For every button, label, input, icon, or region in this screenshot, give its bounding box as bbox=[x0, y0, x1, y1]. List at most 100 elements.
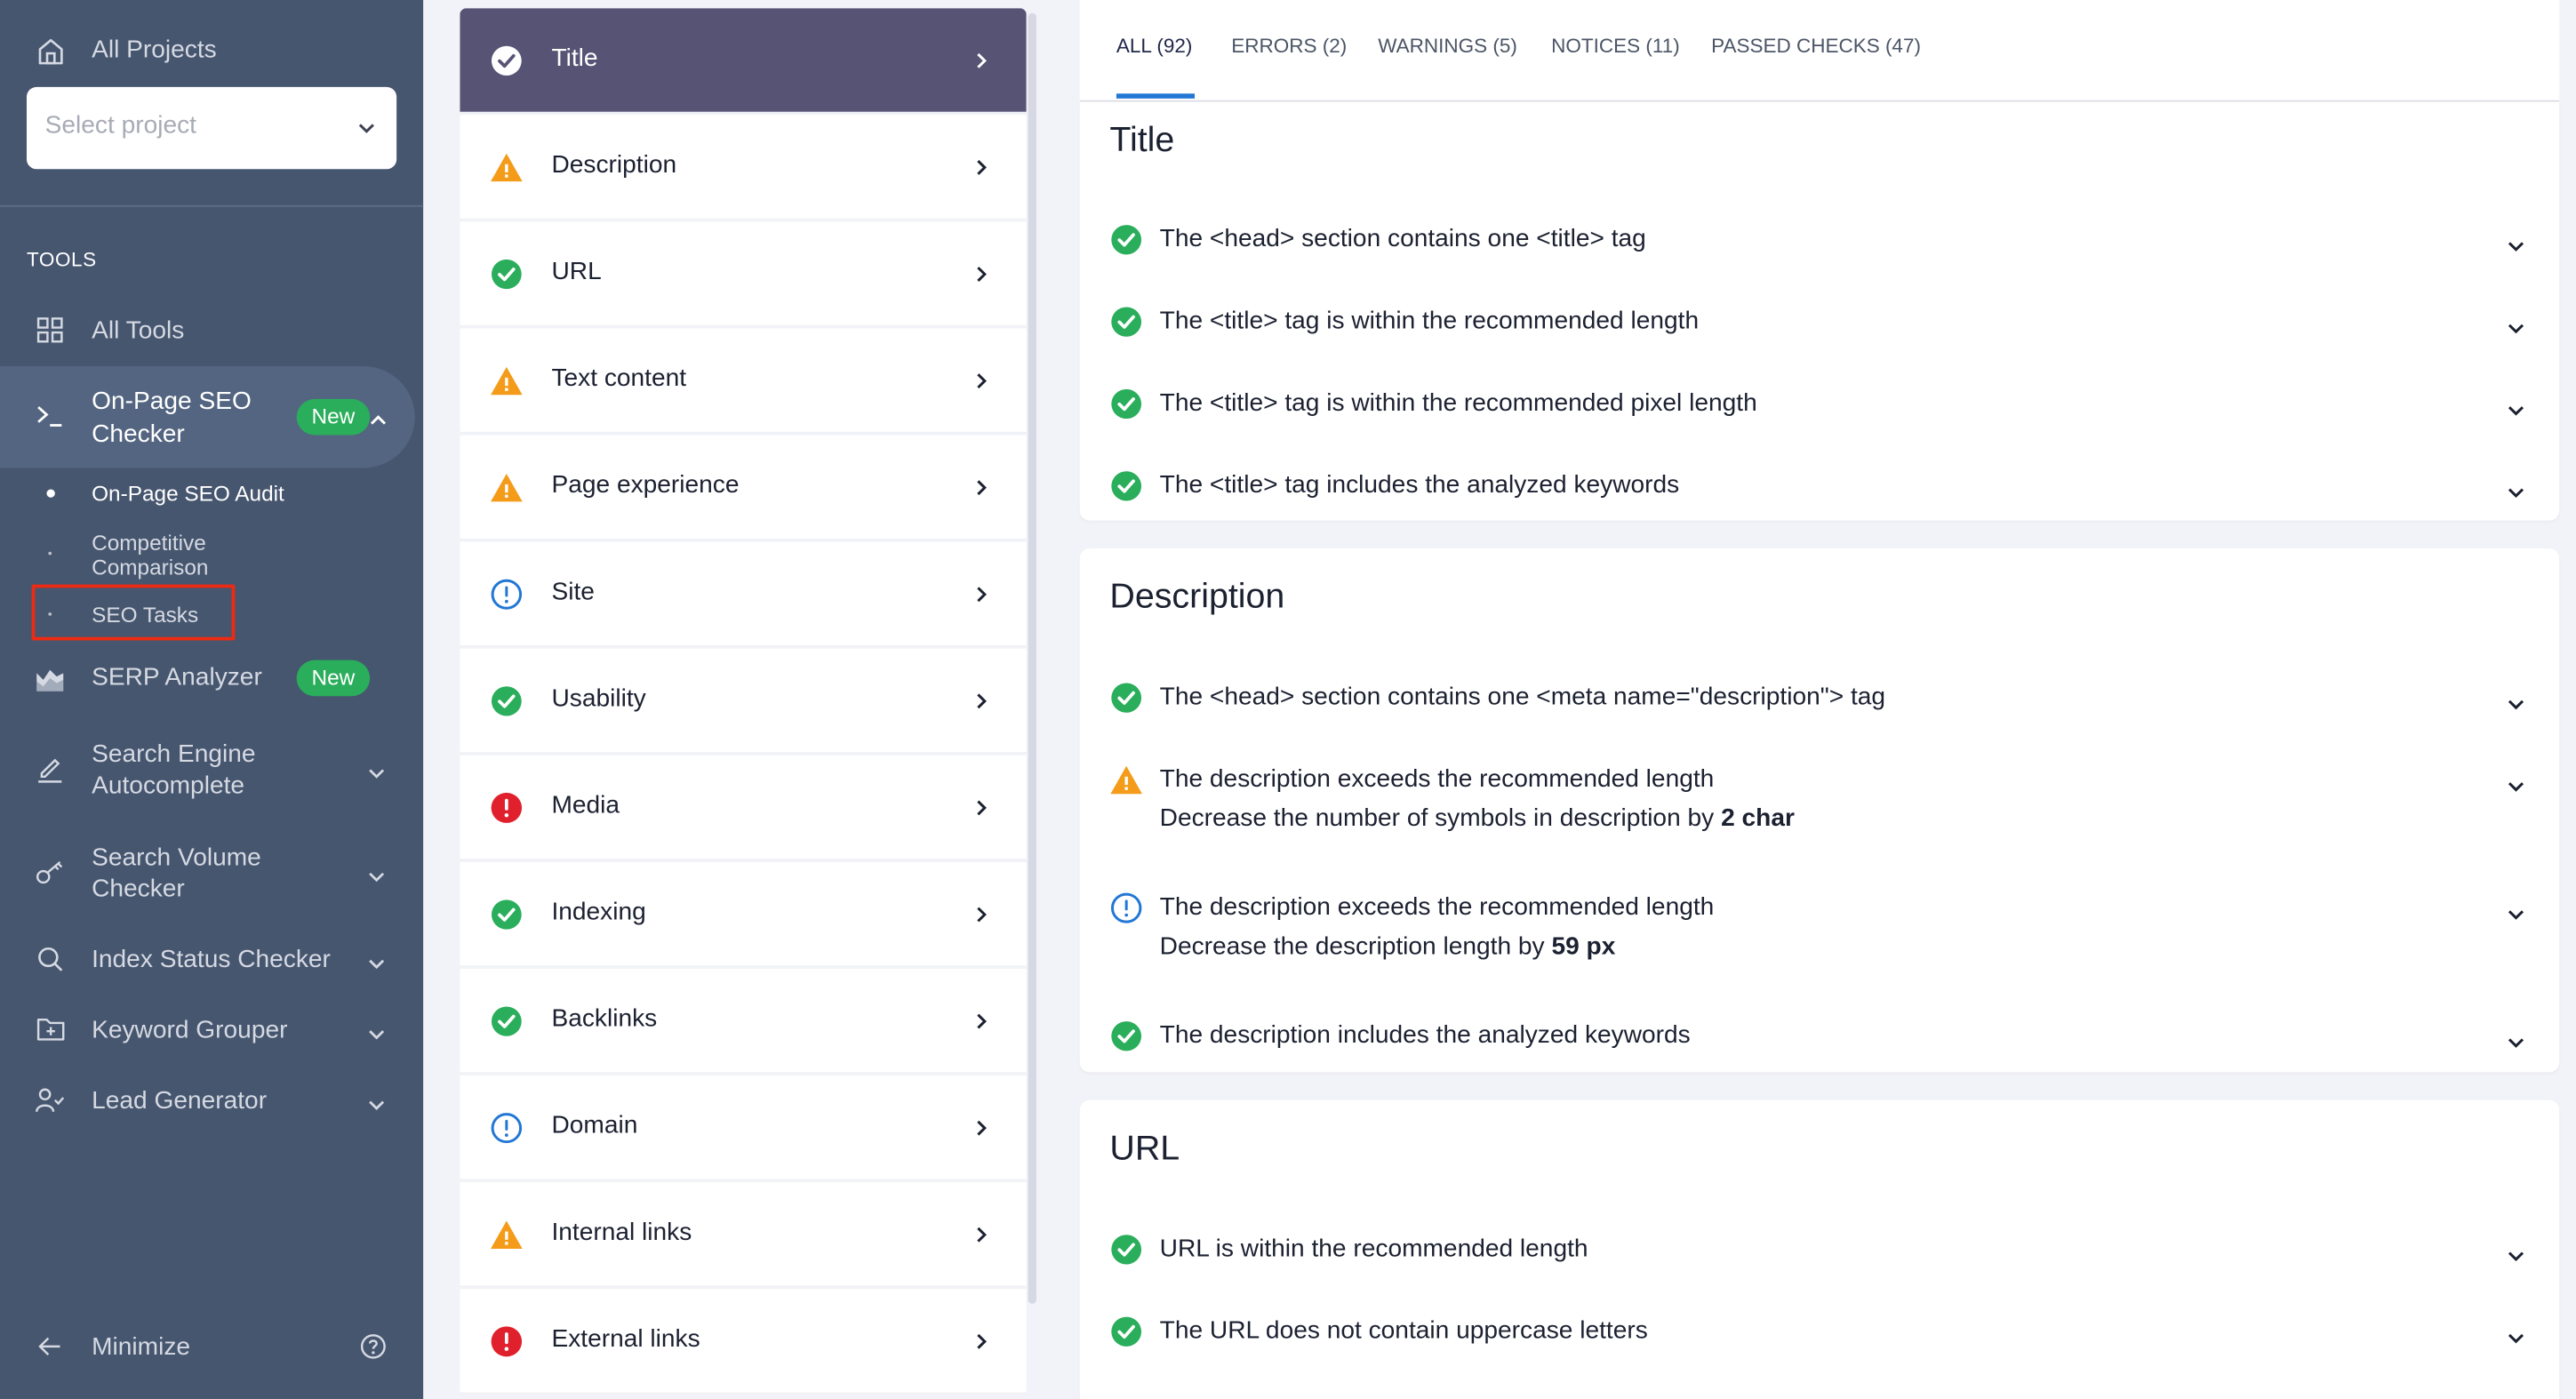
category-item-text-content[interactable]: Text content bbox=[460, 328, 1027, 434]
chevron-right-icon bbox=[973, 370, 990, 399]
sidebar-item-serp-analyzer[interactable]: SERP Analyzer New bbox=[0, 660, 423, 697]
warning-triangle-icon bbox=[490, 1219, 523, 1251]
sidebar-subitem-onpage-seo-audit[interactable]: On-Page SEO Audit bbox=[92, 481, 284, 506]
check-item[interactable]: The description exceeds the recommended … bbox=[1109, 891, 2525, 967]
category-label: Domain bbox=[551, 1111, 638, 1140]
chevron-down-icon[interactable] bbox=[2506, 1029, 2525, 1059]
search-engine-autocomplete-line2: Autocomplete bbox=[92, 771, 245, 800]
category-item-description[interactable]: Description bbox=[460, 115, 1027, 220]
sidebar-item-all-tools[interactable]: All Tools bbox=[0, 314, 423, 350]
search-volume-checker-line2: Checker bbox=[92, 875, 185, 904]
category-item-page-experience[interactable]: Page experience bbox=[460, 435, 1027, 540]
check-text: The description includes the analyzed ke… bbox=[1159, 1021, 1691, 1050]
category-label: Site bbox=[551, 578, 595, 606]
sidebar-item-onpage-seo-checker[interactable]: On-Page SEO Checker New bbox=[0, 365, 415, 468]
tools-heading: TOOLS bbox=[26, 247, 97, 271]
check-item[interactable]: The URL does not contain uppercase lette… bbox=[1109, 1315, 2525, 1352]
category-item-external-links[interactable]: External links bbox=[460, 1289, 1027, 1395]
chevron-right-icon bbox=[973, 690, 990, 719]
tab-notices[interactable]: NOTICES (11) bbox=[1551, 35, 1680, 58]
check-text: URL is within the recommended length bbox=[1159, 1235, 1588, 1263]
tab-warnings[interactable]: WARNINGS (5) bbox=[1378, 35, 1517, 58]
category-item-title[interactable]: Title bbox=[460, 8, 1027, 114]
check-circle-icon bbox=[490, 258, 523, 291]
minimize-button[interactable]: Minimize bbox=[0, 1330, 333, 1366]
active-bullet-icon bbox=[46, 489, 55, 498]
new-badge: New bbox=[296, 398, 371, 436]
chevron-right-icon bbox=[973, 903, 990, 932]
sidebar-item-search-engine-autocomplete[interactable]: Search Engine Autocomplete bbox=[0, 737, 423, 803]
check-item[interactable]: The <head> section contains one <title> … bbox=[1109, 223, 2525, 260]
tab-passed-checks[interactable]: PASSED CHECKS (47) bbox=[1711, 35, 1921, 58]
chevron-down-icon[interactable] bbox=[2506, 479, 2525, 508]
chevron-up-icon[interactable] bbox=[368, 407, 388, 436]
check-item[interactable]: The description includes the analyzed ke… bbox=[1109, 1019, 2525, 1056]
lead-generator-label: Lead Generator bbox=[92, 1086, 268, 1115]
seo-tasks-highlight bbox=[31, 584, 236, 641]
chevron-down-icon[interactable] bbox=[2506, 316, 2525, 345]
check-text: The <title> tag is within the recommende… bbox=[1159, 307, 1700, 335]
info-circle-icon bbox=[1109, 891, 1142, 924]
project-select[interactable]: Select project bbox=[26, 86, 397, 170]
check-item[interactable]: The <head> section contains one <meta na… bbox=[1109, 682, 2525, 718]
chevron-down-icon[interactable] bbox=[2506, 1325, 2525, 1355]
chevron-down-icon bbox=[366, 760, 386, 789]
sidebar-item-search-volume-checker[interactable]: Search Volume Checker bbox=[0, 841, 423, 907]
check-circle-icon bbox=[1109, 388, 1142, 420]
project-select-placeholder: Select project bbox=[44, 111, 196, 140]
chevron-down-icon[interactable] bbox=[2506, 773, 2525, 803]
check-item[interactable]: URL is within the recommended length bbox=[1109, 1233, 2525, 1269]
category-item-usability[interactable]: Usability bbox=[460, 648, 1027, 754]
category-label: Text content bbox=[551, 364, 687, 393]
section-description: Description The <head> section contains … bbox=[1079, 548, 2560, 1073]
tab-errors[interactable]: ERRORS (2) bbox=[1231, 35, 1347, 58]
check-circle-icon bbox=[1109, 469, 1142, 502]
warning-triangle-icon bbox=[490, 471, 523, 504]
category-label: Indexing bbox=[551, 898, 646, 926]
section-heading: Title bbox=[1109, 121, 1175, 160]
chevron-right-icon bbox=[973, 1223, 990, 1252]
category-item-backlinks[interactable]: Backlinks bbox=[460, 968, 1027, 1075]
category-item-internal-links[interactable]: Internal links bbox=[460, 1182, 1027, 1288]
check-item[interactable]: The <title> tag includes the analyzed ke… bbox=[1109, 469, 2525, 506]
chevron-down-icon[interactable] bbox=[2506, 692, 2525, 721]
check-detail: Decrease the description length by 59 px bbox=[1160, 931, 1616, 963]
category-label: Description bbox=[551, 150, 677, 180]
sidebar: All Projects Select project TOOLS All To… bbox=[0, 0, 424, 1399]
folder-plus-icon bbox=[33, 1013, 66, 1046]
sidebar-item-keyword-grouper[interactable]: Keyword Grouper bbox=[0, 1013, 423, 1050]
chevron-right-icon bbox=[973, 796, 990, 826]
check-circle-icon bbox=[490, 1005, 523, 1038]
error-circle-icon bbox=[490, 1325, 523, 1358]
category-item-media[interactable]: Media bbox=[460, 755, 1027, 861]
onpage-checker-label-line1: On-Page SEO bbox=[92, 387, 252, 416]
chevron-down-icon[interactable] bbox=[2506, 901, 2525, 931]
tab-all[interactable]: ALL (92) bbox=[1116, 35, 1192, 58]
check-item[interactable]: The description exceeds the recommended … bbox=[1109, 763, 2525, 839]
chevron-right-icon bbox=[973, 263, 990, 292]
category-label: External links bbox=[551, 1324, 700, 1354]
check-circle-icon bbox=[1109, 1233, 1142, 1266]
chevron-right-icon bbox=[973, 476, 990, 506]
category-item-url[interactable]: URL bbox=[460, 221, 1027, 327]
sidebar-item-lead-generator[interactable]: Lead Generator bbox=[0, 1083, 423, 1120]
category-item-indexing[interactable]: Indexing bbox=[460, 861, 1027, 968]
check-circle-icon bbox=[1109, 1315, 1142, 1348]
category-label: Internal links bbox=[551, 1218, 692, 1247]
chevron-down-icon[interactable] bbox=[2506, 397, 2525, 427]
category-item-domain[interactable]: Domain bbox=[460, 1075, 1027, 1181]
check-item[interactable]: The <title> tag is within the recommende… bbox=[1109, 388, 2525, 424]
category-list-scrollbar[interactable] bbox=[1028, 12, 1036, 1304]
grid-icon bbox=[33, 314, 66, 347]
all-projects-link[interactable]: All Projects bbox=[0, 33, 423, 69]
section-heading: Description bbox=[1109, 578, 1285, 616]
sidebar-item-index-status-checker[interactable]: Index Status Checker bbox=[0, 942, 423, 979]
category-item-site[interactable]: Site bbox=[460, 541, 1027, 647]
chevron-down-icon[interactable] bbox=[2506, 1243, 2525, 1272]
arrow-left-icon bbox=[33, 1330, 66, 1363]
serp-chart-icon bbox=[33, 663, 66, 696]
chevron-down-icon[interactable] bbox=[2506, 233, 2525, 262]
help-icon[interactable] bbox=[360, 1333, 387, 1368]
check-item[interactable]: The <title> tag is within the recommende… bbox=[1109, 306, 2525, 342]
error-circle-icon bbox=[490, 791, 523, 824]
